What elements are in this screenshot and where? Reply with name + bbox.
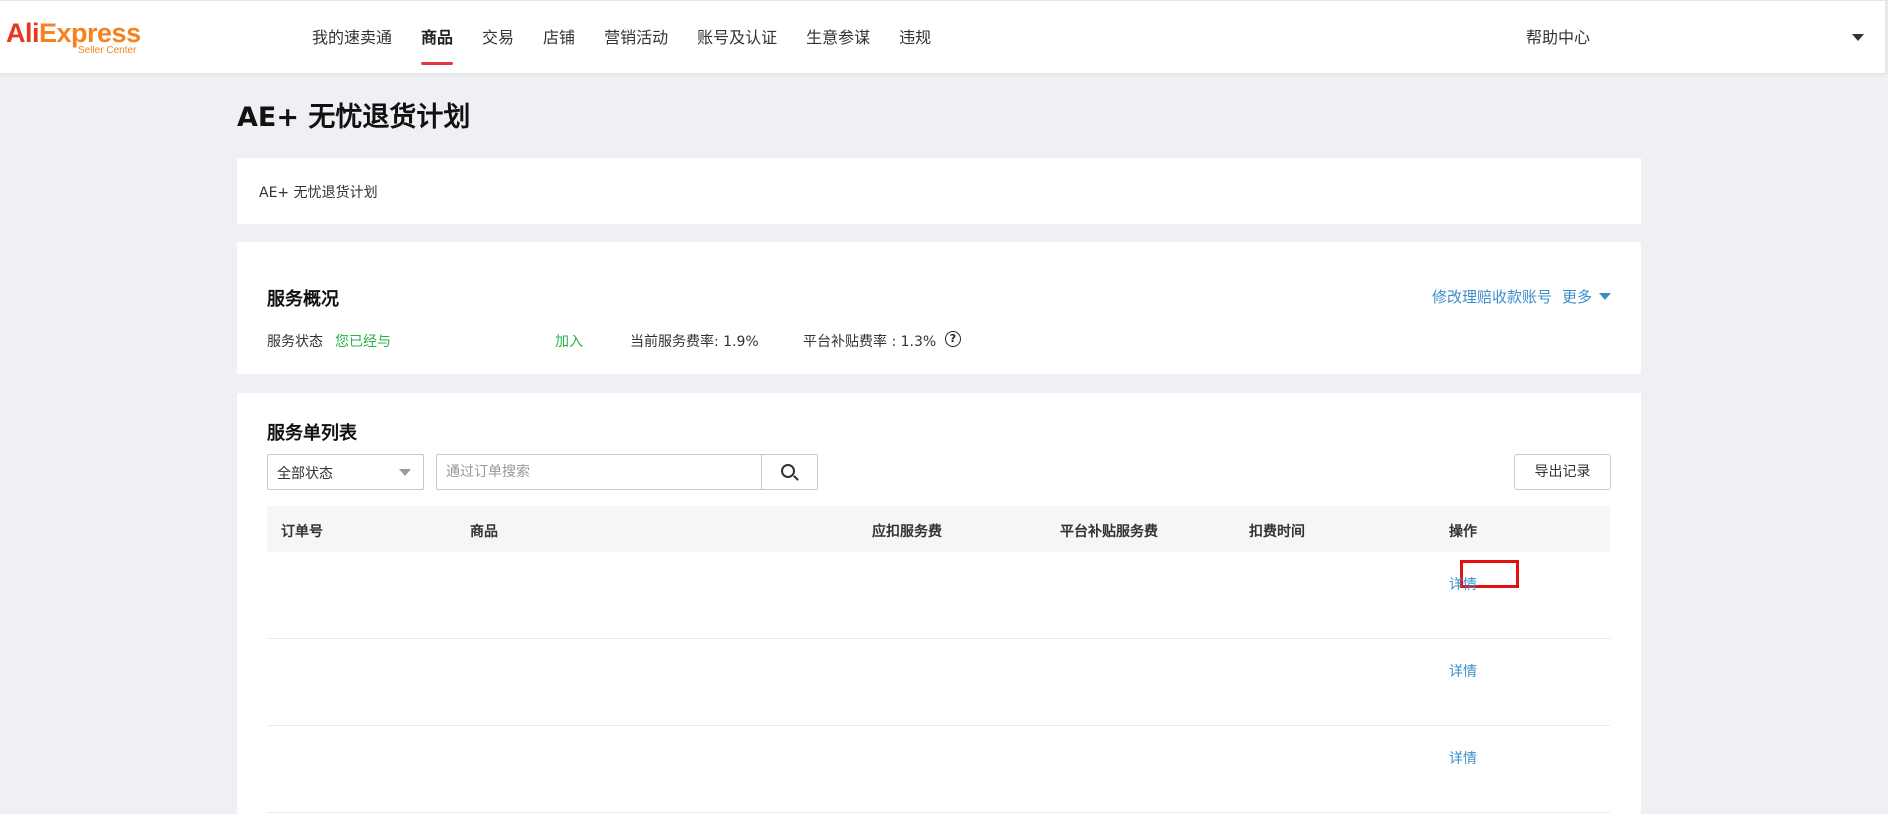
aliexpress-logo[interactable]: AliExpress Seller Center xyxy=(6,19,146,59)
nav-marketing[interactable]: 营销活动 xyxy=(604,1,668,73)
table-row: 详情 xyxy=(267,639,1610,726)
nav-transactions[interactable]: 交易 xyxy=(482,1,514,73)
service-list-card: 服务单列表 全部状态 导出记录 订单号 商品 应扣服务费 平台补贴服务费 扣费时… xyxy=(237,393,1641,814)
logo-subtitle: Seller Center xyxy=(78,45,137,56)
breadcrumb: AE+ 无忧退货计划 xyxy=(259,185,378,201)
export-records-button[interactable]: 导出记录 xyxy=(1514,454,1611,490)
nav-my-aliexpress[interactable]: 我的速卖通 xyxy=(312,1,392,73)
chevron-down-icon xyxy=(399,469,411,476)
table-row: 详情 xyxy=(267,726,1610,813)
status-value-joined: 加入 xyxy=(555,334,583,350)
order-search-box xyxy=(436,454,818,490)
table-row: 详情 xyxy=(267,552,1610,639)
col-order-no: 订单号 xyxy=(281,524,323,540)
col-charge-time: 扣费时间 xyxy=(1249,524,1305,540)
status-value: 您已经与 xyxy=(335,334,391,350)
main-nav: 我的速卖通 商品 交易 店铺 营销活动 账号及认证 生意参谋 违规 xyxy=(312,1,960,73)
detail-link[interactable]: 详情 xyxy=(1449,574,1477,594)
status-filter-value: 全部状态 xyxy=(277,466,333,482)
col-subsidy-fee: 平台补贴服务费 xyxy=(1060,524,1158,540)
platform-subsidy-rate: 平台补贴费率 : 1.3% xyxy=(803,334,937,350)
modify-claim-account-link[interactable]: 修改理赔收款账号 xyxy=(1432,286,1552,307)
detail-link[interactable]: 详情 xyxy=(1449,661,1477,681)
current-service-rate: 当前服务费率: 1.9% xyxy=(630,334,759,350)
logo-ali: Ali xyxy=(6,18,40,48)
search-button[interactable] xyxy=(761,455,817,489)
help-center-link[interactable]: 帮助中心 xyxy=(1526,1,1590,75)
status-label: 服务状态 xyxy=(267,334,323,350)
page-title: AE+ 无忧退货计划 xyxy=(237,102,471,133)
col-service-fee: 应扣服务费 xyxy=(872,524,942,540)
col-action: 操作 xyxy=(1449,524,1477,540)
logo-express: Express xyxy=(39,18,141,48)
order-search-input[interactable] xyxy=(437,455,766,489)
more-link[interactable]: 更多 xyxy=(1562,286,1592,307)
chevron-down-icon[interactable] xyxy=(1599,293,1611,300)
logo-wordmark: AliExpress xyxy=(6,19,146,47)
nav-account[interactable]: 账号及认证 xyxy=(697,1,777,73)
list-title: 服务单列表 xyxy=(267,423,357,444)
service-table: 订单号 商品 应扣服务费 平台补贴服务费 扣费时间 操作 详情 详情 详情 xyxy=(267,506,1610,813)
top-navbar: AliExpress Seller Center 我的速卖通 商品 交易 店铺 … xyxy=(0,0,1888,73)
nav-business-advisor[interactable]: 生意参谋 xyxy=(806,1,870,73)
nav-violations[interactable]: 违规 xyxy=(899,1,931,73)
status-filter-select[interactable]: 全部状态 xyxy=(267,454,424,490)
col-product: 商品 xyxy=(470,524,498,540)
nav-store[interactable]: 店铺 xyxy=(543,1,575,73)
search-icon-handle xyxy=(793,475,799,481)
user-menu-chevron-down-icon[interactable] xyxy=(1852,34,1864,41)
overview-links: 修改理赔收款账号 更多 xyxy=(1432,286,1611,307)
detail-link[interactable]: 详情 xyxy=(1449,748,1477,768)
overview-title: 服务概况 xyxy=(267,289,339,310)
service-overview-card: 服务概况 修改理赔收款账号 更多 服务状态 您已经与 加入 当前服务费率: 1.… xyxy=(237,242,1641,374)
breadcrumb-card: AE+ 无忧退货计划 xyxy=(237,158,1641,224)
table-header: 订单号 商品 应扣服务费 平台补贴服务费 扣费时间 操作 xyxy=(267,506,1610,552)
nav-products[interactable]: 商品 xyxy=(421,1,454,73)
question-icon[interactable]: ? xyxy=(945,331,961,347)
